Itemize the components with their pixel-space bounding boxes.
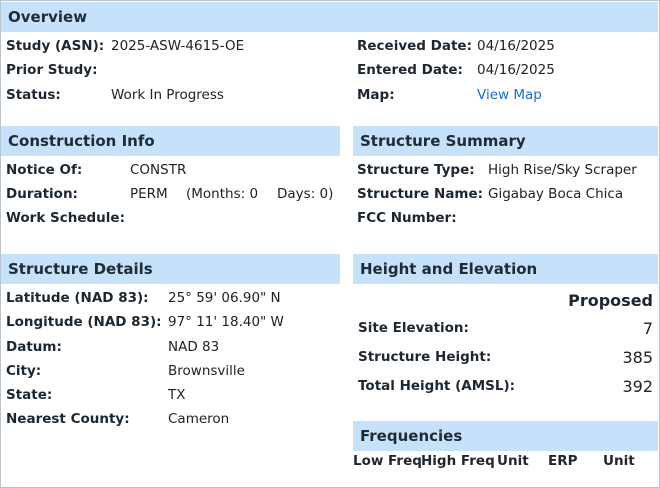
structure-summary-header: Structure Summary: [353, 126, 658, 156]
duration-value: PERM: [130, 186, 168, 202]
total-height-value: 392: [622, 377, 653, 396]
overview-header: Overview: [1, 2, 658, 32]
total-height-label: Total Height (AMSL):: [358, 378, 516, 394]
site-elevation-label: Site Elevation:: [358, 320, 469, 336]
frequencies-header: Frequencies: [353, 421, 658, 451]
duration-label: Duration:: [6, 186, 78, 202]
datum-value: NAD 83: [168, 339, 220, 355]
work-schedule-label: Work Schedule:: [6, 210, 125, 226]
study-value: 2025-ASW-4615-OE: [111, 38, 245, 54]
city-label: City:: [6, 363, 42, 379]
map-label: Map:: [357, 87, 395, 103]
status-label: Status:: [6, 87, 61, 103]
structure-height-value: 385: [622, 348, 653, 367]
city-value: Brownsville: [168, 363, 245, 379]
structure-height-label: Structure Height:: [358, 349, 492, 365]
latitude-value: 25° 59' 06.90" N: [168, 290, 281, 306]
datum-label: Datum:: [6, 339, 62, 355]
freq-col-erp-unit: Unit: [603, 453, 635, 469]
freq-col-low-freq: Low Freq: [353, 453, 422, 469]
status-value: Work In Progress: [111, 87, 224, 103]
latitude-label: Latitude (NAD 83):: [6, 290, 149, 306]
state-label: State:: [6, 387, 53, 403]
duration-months: (Months: 0: [186, 186, 259, 202]
nearest-county-label: Nearest County:: [6, 411, 130, 427]
proposed-column-header: Proposed: [568, 291, 653, 310]
freq-col-unit: Unit: [497, 453, 529, 469]
structure-type-label: Structure Type:: [357, 162, 475, 178]
site-elevation-value: 7: [642, 319, 653, 338]
entered-date-value: 04/16/2025: [477, 62, 555, 78]
study-label: Study (ASN):: [6, 38, 105, 54]
fcc-number-label: FCC Number:: [357, 210, 457, 226]
received-date-label: Received Date:: [357, 38, 472, 54]
prior-study-label: Prior Study:: [6, 62, 98, 78]
view-map-link[interactable]: View Map: [477, 86, 542, 104]
freq-col-erp: ERP: [548, 453, 578, 469]
structure-name-label: Structure Name:: [357, 186, 484, 202]
height-elevation-header: Height and Elevation: [353, 254, 658, 284]
notice-of-value: CONSTR: [130, 162, 187, 178]
longitude-label: Longitude (NAD 83):: [6, 314, 162, 330]
structure-type-value: High Rise/Sky Scraper: [488, 162, 637, 178]
duration-days: Days: 0): [277, 186, 334, 202]
received-date-value: 04/16/2025: [477, 38, 555, 54]
state-value: TX: [168, 387, 186, 403]
longitude-value: 97° 11' 18.40" W: [168, 314, 284, 330]
notice-of-label: Notice Of:: [6, 162, 83, 178]
construction-info-header: Construction Info: [1, 126, 340, 156]
nearest-county-value: Cameron: [168, 411, 230, 427]
structure-name-value: Gigabay Boca Chica: [488, 186, 624, 202]
freq-col-high-freq: High Freq: [421, 453, 495, 469]
structure-details-header: Structure Details: [1, 254, 340, 284]
entered-date-label: Entered Date:: [357, 62, 463, 78]
